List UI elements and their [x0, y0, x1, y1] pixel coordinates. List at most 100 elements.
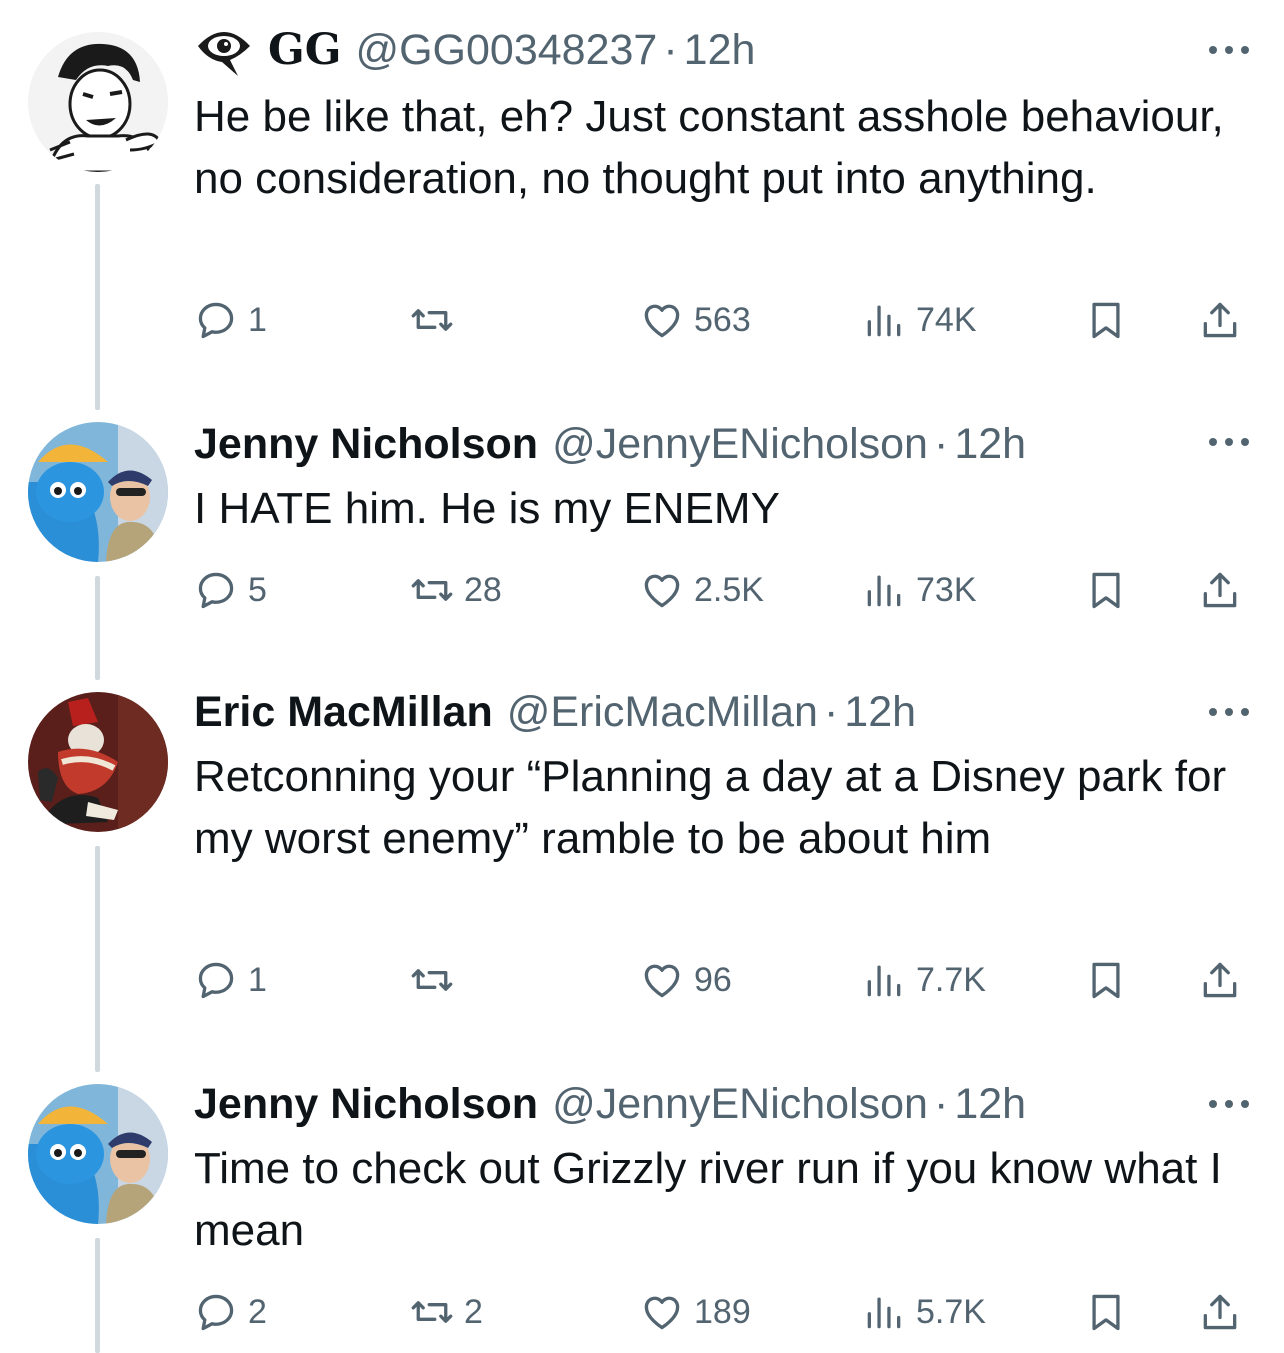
timestamp[interactable]: 12h: [844, 684, 916, 740]
share-icon: [1203, 572, 1237, 608]
avatar[interactable]: [28, 692, 168, 832]
repost-button[interactable]: [410, 950, 464, 1010]
sketch-avatar-icon: [28, 32, 168, 172]
bookmark-button[interactable]: [1084, 950, 1128, 1010]
like-button[interactable]: 96: [640, 950, 732, 1010]
avatar[interactable]: [28, 32, 168, 172]
separator-dot: ·: [823, 688, 839, 736]
tweet[interactable]: GG @GG00348237 · 12h He be like that, eh…: [0, 0, 1284, 410]
tweet-text: Retconning your “Planning a day at a Dis…: [194, 752, 1239, 863]
more-dots-icon: [1209, 1100, 1249, 1108]
share-button[interactable]: [1198, 950, 1242, 1010]
thread-line: [95, 184, 100, 410]
like-count: 2.5K: [694, 570, 764, 609]
share-icon: [1203, 962, 1237, 998]
repost-button[interactable]: 2: [410, 1282, 483, 1342]
repost-count: 28: [464, 570, 502, 609]
repost-button[interactable]: [410, 290, 464, 350]
views-button[interactable]: 5.7K: [862, 1282, 986, 1342]
action-bar: 1 96 7.7K: [194, 950, 1254, 1010]
share-icon: [1203, 1294, 1237, 1330]
tweet[interactable]: Jenny Nicholson @JennyENicholson · 12h I…: [0, 410, 1284, 680]
display-name[interactable]: Jenny Nicholson: [194, 416, 538, 472]
user-handle[interactable]: @JennyENicholson: [552, 1076, 928, 1132]
view-count: 73K: [916, 570, 977, 609]
reply-button[interactable]: 1: [194, 290, 267, 350]
thread-line: [95, 1238, 100, 1353]
display-name[interactable]: GG: [268, 22, 341, 78]
reply-icon: [198, 962, 234, 999]
more-options-button[interactable]: [1204, 40, 1254, 60]
timestamp[interactable]: 12h: [954, 1076, 1026, 1132]
tweet[interactable]: Jenny Nicholson @JennyENicholson · 12h T…: [0, 1072, 1284, 1353]
tweet-text: Time to check out Grizzly river run if y…: [194, 1144, 1235, 1255]
heart-icon: [644, 964, 680, 998]
heart-icon: [644, 304, 680, 338]
views-chart-icon: [867, 1297, 901, 1329]
more-options-button[interactable]: [1204, 702, 1254, 722]
heart-icon: [644, 1296, 680, 1330]
bookmark-icon: [1092, 572, 1120, 609]
action-bar: 2 2 189 5.7K: [194, 1282, 1254, 1342]
bookmark-icon: [1092, 1294, 1120, 1331]
reply-count: 2: [248, 1292, 267, 1331]
separator-dot: ·: [933, 1080, 949, 1128]
reply-count: 1: [248, 300, 267, 339]
tweet-header: Eric MacMillan @EricMacMillan · 12h: [194, 684, 1214, 740]
tweet[interactable]: Eric MacMillan @EricMacMillan · 12h Retc…: [0, 680, 1284, 1072]
share-button[interactable]: [1198, 290, 1242, 350]
share-button[interactable]: [1198, 560, 1242, 620]
view-count: 5.7K: [916, 1292, 986, 1331]
tweet-text: I HATE him. He is my ENEMY: [194, 484, 780, 533]
reply-count: 5: [248, 570, 267, 609]
repost-icon: [411, 309, 453, 331]
views-chart-icon: [867, 965, 901, 997]
display-name[interactable]: Jenny Nicholson: [194, 1076, 538, 1132]
tweet-header: Jenny Nicholson @JennyENicholson · 12h: [194, 416, 1214, 472]
display-name[interactable]: Eric MacMillan: [194, 684, 493, 740]
heart-icon: [644, 574, 680, 608]
reply-button[interactable]: 5: [194, 560, 267, 620]
views-button[interactable]: 7.7K: [862, 950, 986, 1010]
more-options-button[interactable]: [1204, 432, 1254, 452]
more-dots-icon: [1209, 46, 1249, 54]
more-options-button[interactable]: [1204, 1094, 1254, 1114]
like-button[interactable]: 189: [640, 1282, 751, 1342]
like-count: 563: [694, 300, 751, 339]
action-bar: 5 28 2.5K 73K: [194, 560, 1254, 620]
user-handle[interactable]: @EricMacMillan: [507, 684, 818, 740]
reply-button[interactable]: 1: [194, 950, 267, 1010]
more-dots-icon: [1209, 708, 1249, 716]
timestamp[interactable]: 12h: [684, 22, 756, 78]
reply-icon: [198, 302, 234, 339]
repost-button[interactable]: 28: [410, 560, 502, 620]
reply-count: 1: [248, 960, 267, 999]
like-button[interactable]: 2.5K: [640, 560, 764, 620]
thread-line: [95, 576, 100, 680]
more-dots-icon: [1209, 438, 1249, 446]
bookmark-button[interactable]: [1084, 1282, 1128, 1342]
avatar[interactable]: [28, 1084, 168, 1224]
reply-button[interactable]: 2: [194, 1282, 267, 1342]
like-button[interactable]: 563: [640, 290, 751, 350]
view-count: 74K: [916, 300, 977, 339]
bookmark-icon: [1092, 302, 1120, 339]
user-handle[interactable]: @GG00348237: [355, 22, 657, 78]
bookmark-button[interactable]: [1084, 290, 1128, 350]
repost-icon: [411, 579, 453, 601]
timestamp[interactable]: 12h: [954, 416, 1026, 472]
views-button[interactable]: 74K: [862, 290, 977, 350]
photo-avatar-icon: [28, 1084, 168, 1224]
like-count: 189: [694, 1292, 751, 1331]
views-chart-icon: [867, 305, 901, 337]
avatar[interactable]: [28, 422, 168, 562]
views-chart-icon: [867, 575, 901, 607]
views-button[interactable]: 73K: [862, 560, 977, 620]
reply-icon: [198, 572, 234, 609]
user-handle[interactable]: @JennyENicholson: [552, 416, 928, 472]
bookmark-button[interactable]: [1084, 560, 1128, 620]
share-button[interactable]: [1198, 1282, 1242, 1342]
thread-line: [95, 846, 100, 1072]
eye-badge-icon: [194, 22, 254, 78]
repost-icon: [411, 969, 453, 991]
